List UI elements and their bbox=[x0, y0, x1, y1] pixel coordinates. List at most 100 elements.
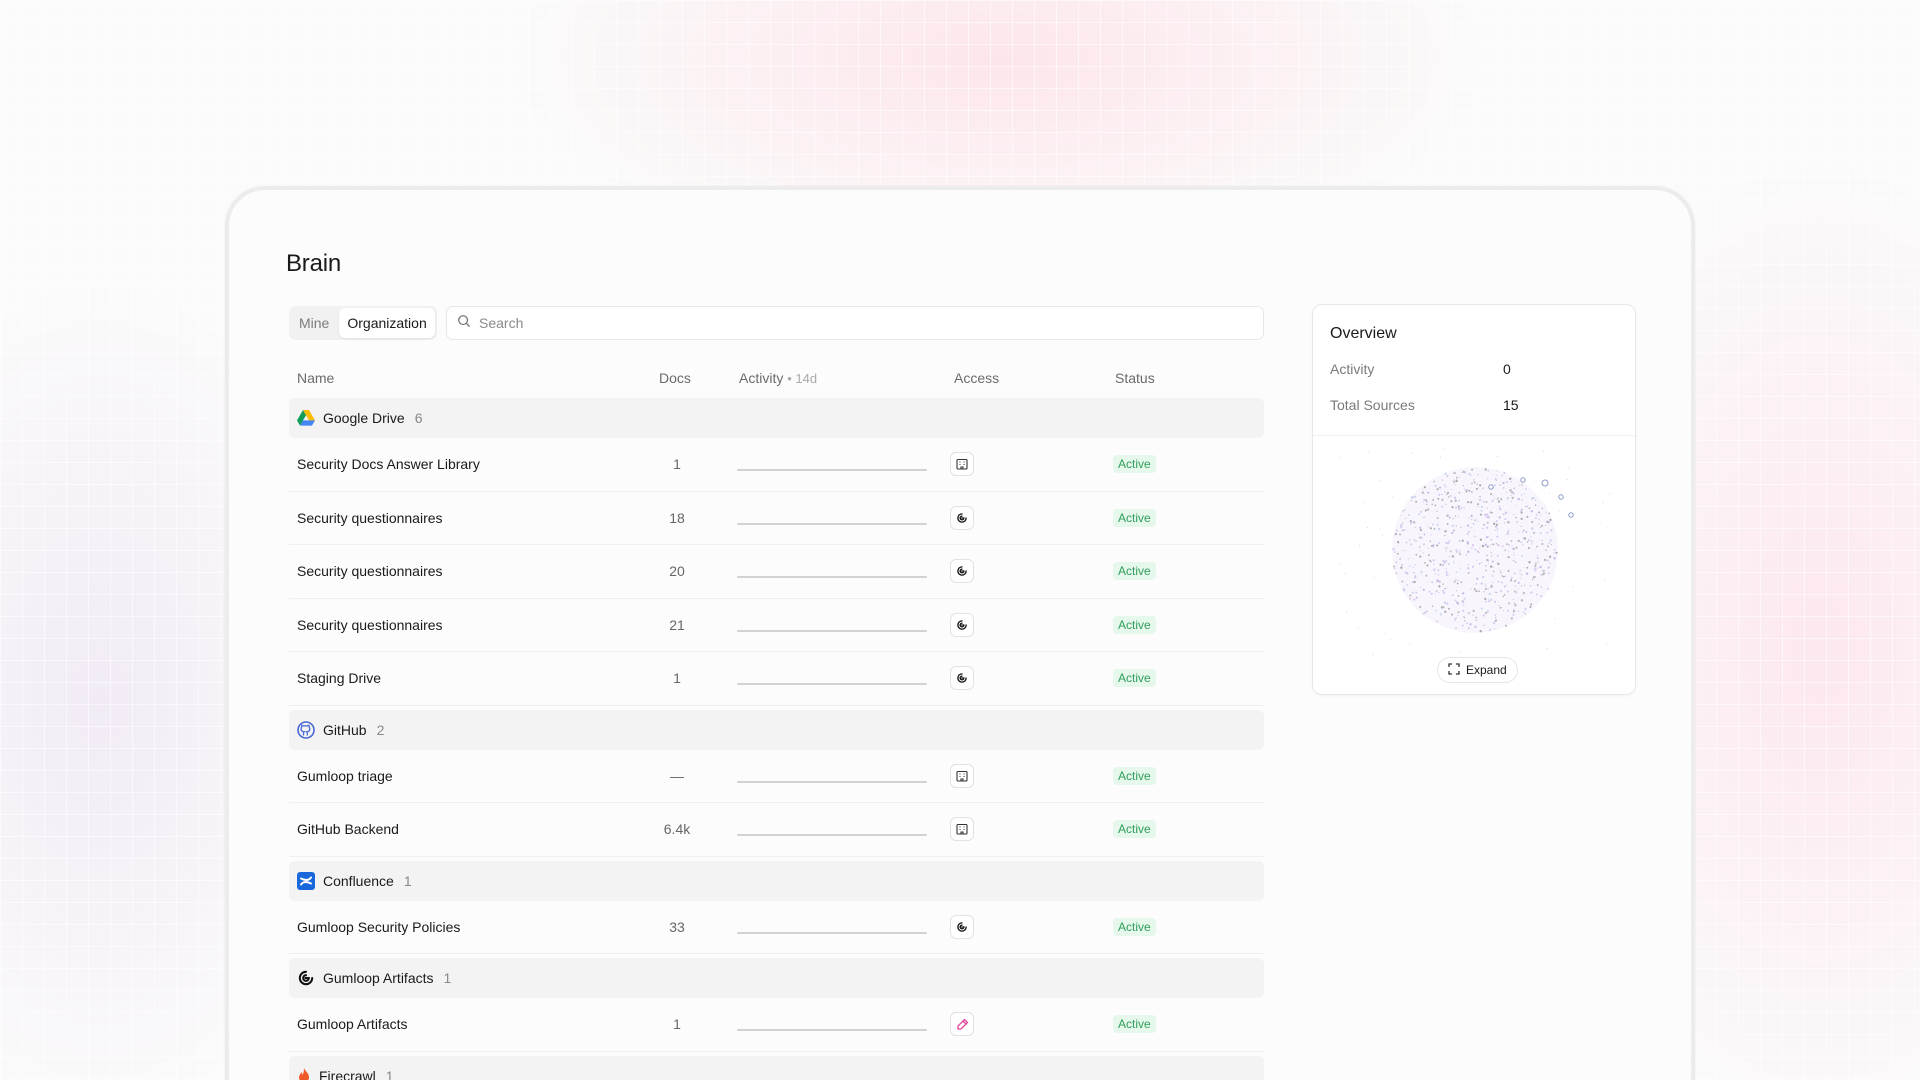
organization-icon bbox=[956, 770, 968, 782]
globe-node bbox=[1510, 579, 1513, 582]
tab-mine[interactable]: Mine bbox=[291, 308, 337, 338]
globe-node bbox=[1470, 527, 1472, 529]
globe-node bbox=[1464, 620, 1466, 622]
globe-node bbox=[1473, 530, 1475, 532]
globe-node bbox=[1478, 590, 1480, 592]
globe-node bbox=[1436, 517, 1439, 520]
globe-node bbox=[1432, 544, 1435, 547]
globe-node bbox=[1402, 550, 1404, 552]
access-badge[interactable] bbox=[950, 612, 974, 637]
globe-node bbox=[1434, 504, 1437, 507]
globe-node bbox=[1470, 514, 1473, 518]
globe-outer-node bbox=[1379, 528, 1381, 530]
tab-organization[interactable]: Organization bbox=[339, 308, 435, 338]
globe-node bbox=[1446, 602, 1449, 605]
expand-button[interactable]: Expand bbox=[1437, 657, 1518, 683]
globe-node bbox=[1484, 543, 1487, 546]
globe-node bbox=[1459, 567, 1462, 569]
table-row[interactable]: Gumloop Artifacts 1 Active bbox=[289, 998, 1264, 1052]
group-row[interactable]: Google Drive 6 bbox=[289, 398, 1264, 438]
globe-node bbox=[1489, 511, 1492, 514]
group-name: Gumloop Artifacts bbox=[323, 970, 434, 986]
globe-node bbox=[1518, 531, 1520, 533]
globe-node bbox=[1490, 551, 1492, 554]
table-row[interactable]: Security questionnaires 20 Active bbox=[289, 545, 1264, 599]
globe-node bbox=[1504, 549, 1506, 551]
globe-node bbox=[1419, 605, 1422, 608]
globe-outer-node bbox=[1359, 544, 1361, 546]
access-badge[interactable] bbox=[950, 505, 974, 530]
globe-node bbox=[1453, 481, 1456, 484]
globe-node bbox=[1504, 575, 1506, 578]
globe-node bbox=[1484, 513, 1487, 516]
access-badge[interactable] bbox=[950, 666, 974, 691]
globe-node bbox=[1477, 520, 1479, 522]
table-row[interactable]: Staging Drive 1 Active bbox=[289, 652, 1264, 706]
globe-node bbox=[1454, 550, 1456, 552]
globe-node bbox=[1453, 529, 1455, 532]
group-row[interactable]: Firecrawl 1 bbox=[289, 1055, 1264, 1080]
globe-node bbox=[1477, 474, 1479, 476]
globe-node bbox=[1471, 565, 1474, 568]
globe-node bbox=[1553, 549, 1556, 551]
knowledge-graph-globe[interactable] bbox=[1333, 445, 1617, 655]
globe-outer-node bbox=[1546, 647, 1548, 650]
globe-node bbox=[1546, 545, 1549, 548]
globe-node bbox=[1454, 483, 1456, 486]
globe-node bbox=[1429, 527, 1432, 530]
globe-node bbox=[1442, 583, 1444, 585]
globe-node bbox=[1438, 585, 1441, 588]
globe-node bbox=[1510, 617, 1513, 620]
globe-node bbox=[1446, 546, 1448, 548]
group-row[interactable]: Gumloop Artifacts 1 bbox=[289, 958, 1264, 998]
globe-node bbox=[1497, 544, 1500, 547]
globe-node bbox=[1454, 599, 1457, 602]
access-badge[interactable] bbox=[950, 452, 974, 477]
globe-node bbox=[1502, 595, 1504, 598]
access-badge[interactable] bbox=[950, 1012, 974, 1037]
globe-node bbox=[1410, 499, 1412, 502]
group-row[interactable]: Confluence 1 bbox=[289, 860, 1264, 901]
access-badge[interactable] bbox=[950, 914, 974, 939]
globe-node bbox=[1531, 527, 1534, 530]
globe-outer-node bbox=[1340, 457, 1342, 459]
globe-node bbox=[1518, 484, 1521, 486]
search-box[interactable] bbox=[446, 306, 1264, 340]
globe-node bbox=[1399, 557, 1402, 560]
globe-node bbox=[1505, 624, 1507, 627]
table-row[interactable]: GitHub Backend 6.4k Active bbox=[289, 803, 1264, 857]
globe-node bbox=[1480, 582, 1483, 585]
globe-node bbox=[1462, 470, 1465, 473]
globe-node bbox=[1507, 531, 1509, 533]
table-row[interactable]: Security questionnaires 21 Active bbox=[289, 599, 1264, 652]
globe-outer-node bbox=[1606, 644, 1608, 646]
globe-node bbox=[1463, 616, 1465, 618]
globe-node bbox=[1541, 539, 1543, 542]
globe-node bbox=[1492, 512, 1493, 513]
search-input[interactable] bbox=[479, 315, 1263, 331]
docs-count: 1 bbox=[673, 456, 681, 473]
table-row[interactable]: Gumloop triage — Active bbox=[289, 750, 1264, 803]
globe-outer-node bbox=[1558, 510, 1560, 512]
access-badge[interactable] bbox=[950, 817, 974, 842]
globe-node bbox=[1405, 541, 1408, 544]
globe-node bbox=[1427, 526, 1430, 528]
globe-node bbox=[1417, 513, 1420, 516]
table-row[interactable]: Security questionnaires 18 Active bbox=[289, 492, 1264, 545]
access-badge[interactable] bbox=[950, 559, 974, 584]
table-row[interactable]: Security Docs Answer Library 1 Active bbox=[289, 438, 1264, 492]
globe-node bbox=[1486, 610, 1490, 613]
globe-node bbox=[1532, 576, 1535, 579]
globe-node bbox=[1484, 614, 1486, 616]
globe-node bbox=[1499, 606, 1502, 609]
group-row[interactable]: GitHub 2 bbox=[289, 709, 1264, 750]
header-activity-label: Activity bbox=[739, 370, 784, 386]
globe-outer-node bbox=[1572, 586, 1574, 588]
table-row[interactable]: Gumloop Security Policies 33 Active bbox=[289, 901, 1264, 954]
globe-node bbox=[1475, 617, 1477, 619]
globe-node bbox=[1406, 584, 1408, 586]
globe-node bbox=[1550, 543, 1552, 546]
globe-node bbox=[1411, 591, 1414, 594]
globe-node bbox=[1422, 552, 1425, 554]
access-badge[interactable] bbox=[950, 763, 974, 788]
